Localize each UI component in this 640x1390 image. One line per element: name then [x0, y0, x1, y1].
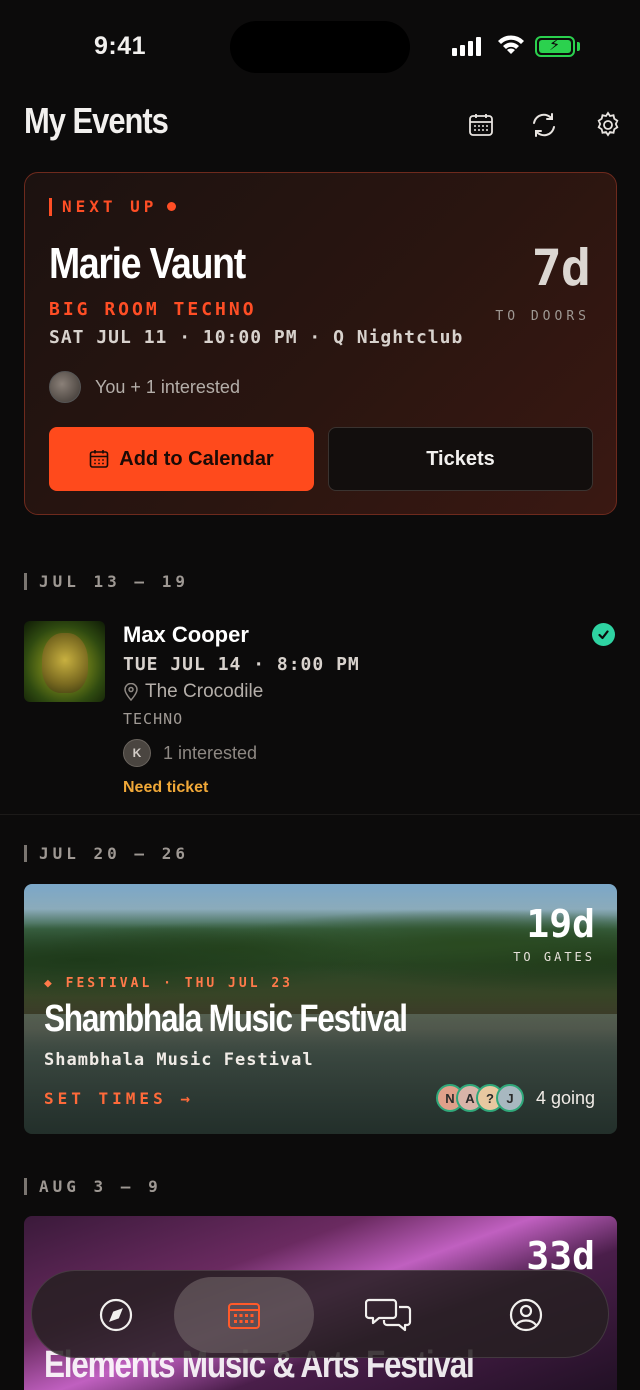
- set-times-link[interactable]: SET TIMES →: [44, 1089, 194, 1108]
- event-datetime: TUE JUL 14 · 8:00 PM: [123, 654, 360, 675]
- week-header: JUL 20 — 26: [24, 844, 189, 863]
- status-time: 9:41: [94, 32, 147, 60]
- location-pin-icon: [124, 683, 138, 701]
- refresh-icon[interactable]: [529, 110, 559, 140]
- week-bar: [24, 573, 27, 590]
- tab-profile[interactable]: [456, 1277, 596, 1353]
- week-label: AUG 3 — 9: [39, 1177, 162, 1196]
- tab-messages[interactable]: [319, 1277, 459, 1353]
- battery-icon: ⚡: [535, 36, 575, 57]
- tickets-label: Tickets: [426, 447, 495, 470]
- interested-text: You + 1 interested: [95, 376, 240, 397]
- calendar-icon: [89, 450, 109, 468]
- week-bar: [24, 1178, 27, 1195]
- checkmark-icon[interactable]: [592, 623, 615, 646]
- compass-icon: [99, 1298, 133, 1332]
- festival-card[interactable]: 19d TO GATES ◆ FESTIVAL · THU JUL 23 Sha…: [24, 884, 617, 1134]
- avatar-stack: N A ? J: [435, 1084, 524, 1112]
- event-genre: TECHNO: [123, 710, 184, 728]
- festival-going-text: 4 going: [535, 1087, 595, 1108]
- next-up-countdown-label: TO DOORS: [495, 309, 590, 324]
- next-up-card[interactable]: NEXT UP Marie Vaunt BIG ROOM TECHNO SAT …: [24, 172, 617, 515]
- event-interested[interactable]: K 1 interested: [123, 739, 257, 767]
- next-up-text: NEXT UP: [62, 197, 158, 216]
- dynamic-island: [230, 21, 410, 73]
- event-ticket-status[interactable]: Need ticket: [123, 779, 208, 797]
- calendar-icon: [228, 1303, 260, 1329]
- settings-gear-icon[interactable]: [593, 110, 623, 140]
- page-title: My Events: [24, 100, 169, 141]
- next-up-countdown: 7d: [531, 239, 591, 297]
- tab-discover[interactable]: [46, 1277, 186, 1353]
- event-interested-text: 1 interested: [163, 742, 258, 763]
- festival-title: Shambhala Music Festival: [44, 998, 408, 1040]
- calendar-view-icon[interactable]: [466, 110, 496, 140]
- profile-icon: [509, 1298, 543, 1332]
- next-up-interested[interactable]: You + 1 interested: [49, 371, 240, 403]
- next-up-genre: BIG ROOM TECHNO: [49, 299, 257, 320]
- event-venue[interactable]: The Crocodile: [123, 681, 263, 703]
- chat-icon: [365, 1298, 412, 1332]
- next-up-label: NEXT UP: [49, 197, 177, 216]
- week-label: JUL 20 — 26: [39, 844, 189, 863]
- festival-countdown: 19d: [526, 902, 595, 946]
- festival-tag: ◆ FESTIVAL · THU JUL 23: [44, 976, 294, 991]
- week-label: JUL 13 — 19: [39, 572, 189, 591]
- tab-bar: [31, 1270, 609, 1358]
- avatar: [49, 371, 81, 403]
- event-venue-name: The Crocodile: [145, 681, 264, 702]
- tab-my-events[interactable]: [174, 1277, 314, 1353]
- event-thumbnail[interactable]: [24, 621, 105, 702]
- week-header: AUG 3 — 9: [24, 1177, 162, 1196]
- avatar: J: [495, 1084, 524, 1112]
- wifi-icon: [496, 33, 526, 62]
- accent-bar: [49, 197, 52, 216]
- next-up-datetime-venue: SAT JUL 11 · 10:00 PM · Q Nightclub: [49, 327, 464, 348]
- battery-nub: [577, 42, 580, 51]
- divider: [0, 814, 640, 815]
- festival-subtitle: Shambhala Music Festival: [44, 1050, 314, 1070]
- festival-countdown-label: TO GATES: [513, 950, 595, 964]
- festival-going[interactable]: N A ? J 4 going: [435, 1084, 595, 1112]
- avatar: K: [123, 739, 151, 767]
- live-dot-icon: [167, 202, 177, 211]
- add-to-calendar-label: Add to Calendar: [119, 447, 274, 470]
- tickets-button[interactable]: Tickets: [328, 427, 593, 491]
- week-header: JUL 13 — 19: [24, 572, 189, 591]
- week-bar: [24, 845, 27, 862]
- signal-icon: [452, 36, 481, 56]
- add-to-calendar-button[interactable]: Add to Calendar: [49, 427, 314, 491]
- event-artist[interactable]: Max Cooper: [123, 622, 249, 648]
- next-up-artist: Marie Vaunt: [49, 239, 246, 288]
